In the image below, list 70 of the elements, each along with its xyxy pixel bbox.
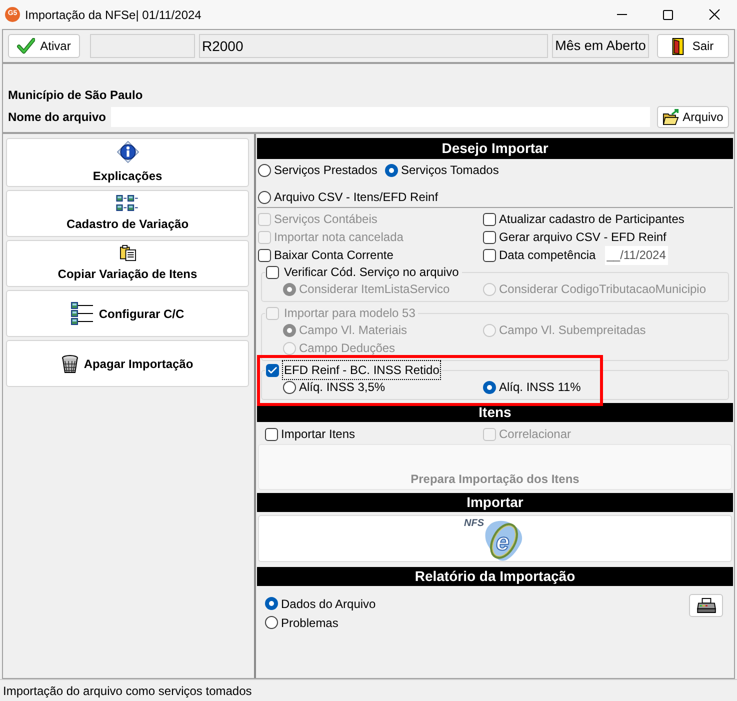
option-label: Considerar ItemListaServico (299, 281, 450, 298)
file-name-label: Nome do arquivo (8, 109, 108, 126)
radio-button[interactable] (265, 616, 278, 629)
checkbox[interactable] (265, 428, 278, 440)
import-button[interactable]: NFS e (258, 515, 732, 562)
code-field: R2000 (199, 34, 548, 58)
list-icon (70, 302, 93, 326)
option-label: Alíq. INSS 11% (499, 379, 581, 396)
activate-button[interactable]: Ativar (8, 34, 80, 58)
browse-button[interactable]: Arquivo (657, 106, 729, 128)
option-label: Importar Itens (281, 426, 356, 443)
checkbox[interactable] (483, 212, 496, 226)
option-label: Serviços Prestados (274, 162, 378, 179)
municipality-label: Município de São Paulo (8, 87, 143, 104)
radio-button[interactable] (265, 597, 278, 610)
exit-button[interactable]: Sair (657, 34, 729, 58)
checkbox[interactable] (483, 230, 496, 244)
boxes-icon (116, 194, 139, 210)
menu-button[interactable]: Copiar Variação de Itens (6, 240, 249, 287)
close-icon (708, 9, 720, 20)
window-title: Importação da NFSe| 01/11/2024 (25, 6, 202, 24)
option-label: Campo Deduções (299, 340, 396, 357)
group-label: Verificar Cód. Serviço no arquivo (283, 264, 460, 281)
option-label: Arquivo CSV - Itens/EFD Reinf (274, 189, 438, 206)
radio-button[interactable] (258, 164, 271, 176)
option-label: Importar nota cancelada (274, 229, 404, 246)
print-button[interactable] (689, 594, 723, 617)
radio-button[interactable] (283, 380, 296, 394)
section-header: Importar (257, 493, 733, 512)
clipboard-icon (120, 244, 136, 260)
group-label: Importar para modelo 53 (283, 305, 416, 322)
checkbox[interactable] (266, 364, 279, 376)
period-field: Mês em Aberto (552, 34, 649, 58)
printer-icon (696, 598, 716, 613)
tick-icon (267, 364, 278, 376)
radio-button[interactable] (258, 190, 271, 204)
option-label: Atualizar cadastro de Participantes (499, 211, 684, 228)
option-label: Baixar Conta Corrente (274, 247, 394, 264)
option-label: Data competência (499, 247, 596, 264)
group-label: EFD Reinf - BC. INSS Retido (282, 360, 442, 380)
menu-button[interactable]: Apagar Importação (6, 340, 249, 387)
menu-button[interactable]: Configurar C/C (6, 290, 249, 337)
minimize-icon (617, 14, 627, 15)
option-label: Problemas (281, 614, 338, 632)
option-label: Serviços Contábeis (274, 211, 378, 228)
status-bar: Importação do arquivo como serviços tomados (0, 679, 737, 701)
check-icon (17, 38, 36, 54)
section-header: Desejo Importar (257, 138, 733, 159)
menu-button[interactable]: Cadastro de Variação (6, 190, 249, 237)
maximize-icon (663, 10, 673, 20)
option-label: Serviços Tomados (401, 162, 499, 179)
radio-button[interactable] (385, 164, 398, 176)
trash-icon (62, 354, 78, 372)
folder-icon (662, 109, 679, 125)
checkbox[interactable] (483, 248, 496, 262)
option-label: Correlacionar (499, 426, 572, 443)
checkbox[interactable] (266, 266, 279, 278)
option-label: Campo Vl. Subempreitadas (499, 322, 646, 339)
date-field[interactable]: __/11/2024 (604, 246, 668, 264)
option-label: Dados do Arquivo (281, 596, 376, 612)
checkbox[interactable] (258, 248, 271, 262)
door-icon (672, 38, 684, 54)
option-label: Considerar CodigoTributacaoMunicipio (499, 281, 706, 298)
info-icon (116, 140, 138, 162)
option-label: Gerar arquivo CSV - EFD Reinf (499, 229, 666, 246)
menu-button[interactable]: Explicações (6, 138, 249, 187)
radio-button[interactable] (483, 380, 496, 394)
option-label: Alíq. INSS 3,5% (299, 379, 386, 396)
option-label: Campo Vl. Materiais (299, 322, 408, 339)
section-header: Relatório da Importação (257, 567, 733, 586)
